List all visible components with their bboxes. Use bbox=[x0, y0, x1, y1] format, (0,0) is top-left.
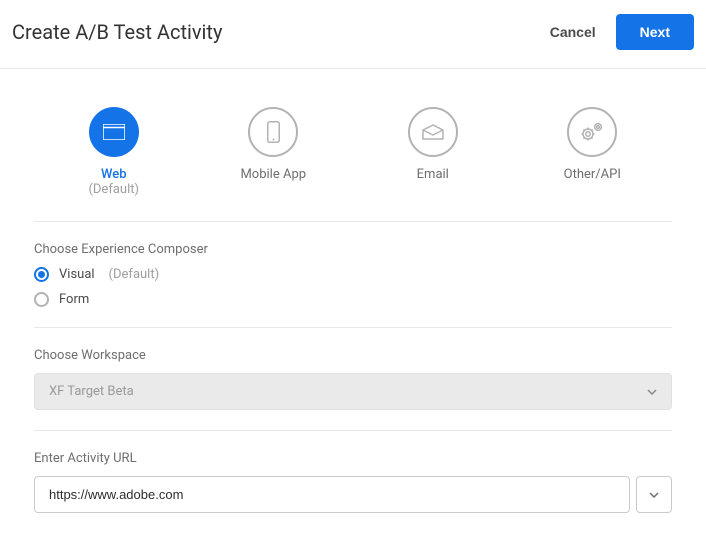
radio-indicator bbox=[34, 267, 49, 282]
workspace-section-label: Choose Workspace bbox=[34, 348, 672, 363]
dialog-header: Create A/B Test Activity Cancel Next bbox=[0, 0, 706, 69]
channel-label: Mobile App bbox=[240, 167, 306, 182]
channel-selector: Web (Default) Mobile App Email bbox=[34, 69, 672, 222]
radio-label: Form bbox=[59, 292, 89, 307]
header-actions: Cancel Next bbox=[550, 14, 694, 50]
url-section: Enter Activity URL bbox=[34, 431, 672, 513]
mobile-icon bbox=[248, 107, 298, 157]
channel-mobile[interactable]: Mobile App bbox=[203, 107, 343, 197]
channel-sublabel: (Default) bbox=[88, 182, 139, 197]
workspace-section: Choose Workspace XF Target Beta bbox=[34, 328, 672, 431]
channel-web[interactable]: Web (Default) bbox=[44, 107, 184, 197]
url-section-label: Enter Activity URL bbox=[34, 451, 672, 466]
radio-indicator bbox=[34, 292, 49, 307]
web-icon bbox=[89, 107, 139, 157]
chevron-down-icon bbox=[649, 492, 659, 498]
url-dropdown-button[interactable] bbox=[636, 476, 672, 513]
chevron-down-icon bbox=[647, 385, 657, 398]
composer-section-label: Choose Experience Composer bbox=[34, 242, 672, 257]
gears-icon bbox=[567, 107, 617, 157]
workspace-value: XF Target Beta bbox=[49, 384, 134, 399]
radio-visual[interactable]: Visual (Default) bbox=[34, 267, 672, 282]
channel-label: Email bbox=[417, 167, 449, 182]
page-title: Create A/B Test Activity bbox=[12, 20, 222, 44]
composer-radio-group: Visual (Default) Form bbox=[34, 267, 672, 307]
dialog-content: Web (Default) Mobile App Email bbox=[0, 69, 706, 513]
workspace-dropdown[interactable]: XF Target Beta bbox=[34, 373, 672, 410]
channel-email[interactable]: Email bbox=[363, 107, 503, 197]
channel-other[interactable]: Other/API bbox=[522, 107, 662, 197]
url-row bbox=[34, 476, 672, 513]
activity-url-input[interactable] bbox=[34, 476, 630, 513]
radio-form[interactable]: Form bbox=[34, 292, 672, 307]
email-icon bbox=[408, 107, 458, 157]
radio-sublabel: (Default) bbox=[109, 267, 160, 282]
channel-label: Other/API bbox=[564, 167, 621, 182]
cancel-button[interactable]: Cancel bbox=[550, 24, 596, 40]
channel-label: Web bbox=[101, 167, 127, 182]
next-button[interactable]: Next bbox=[616, 14, 694, 50]
radio-label: Visual bbox=[59, 267, 95, 282]
composer-section: Choose Experience Composer Visual (Defau… bbox=[34, 222, 672, 328]
